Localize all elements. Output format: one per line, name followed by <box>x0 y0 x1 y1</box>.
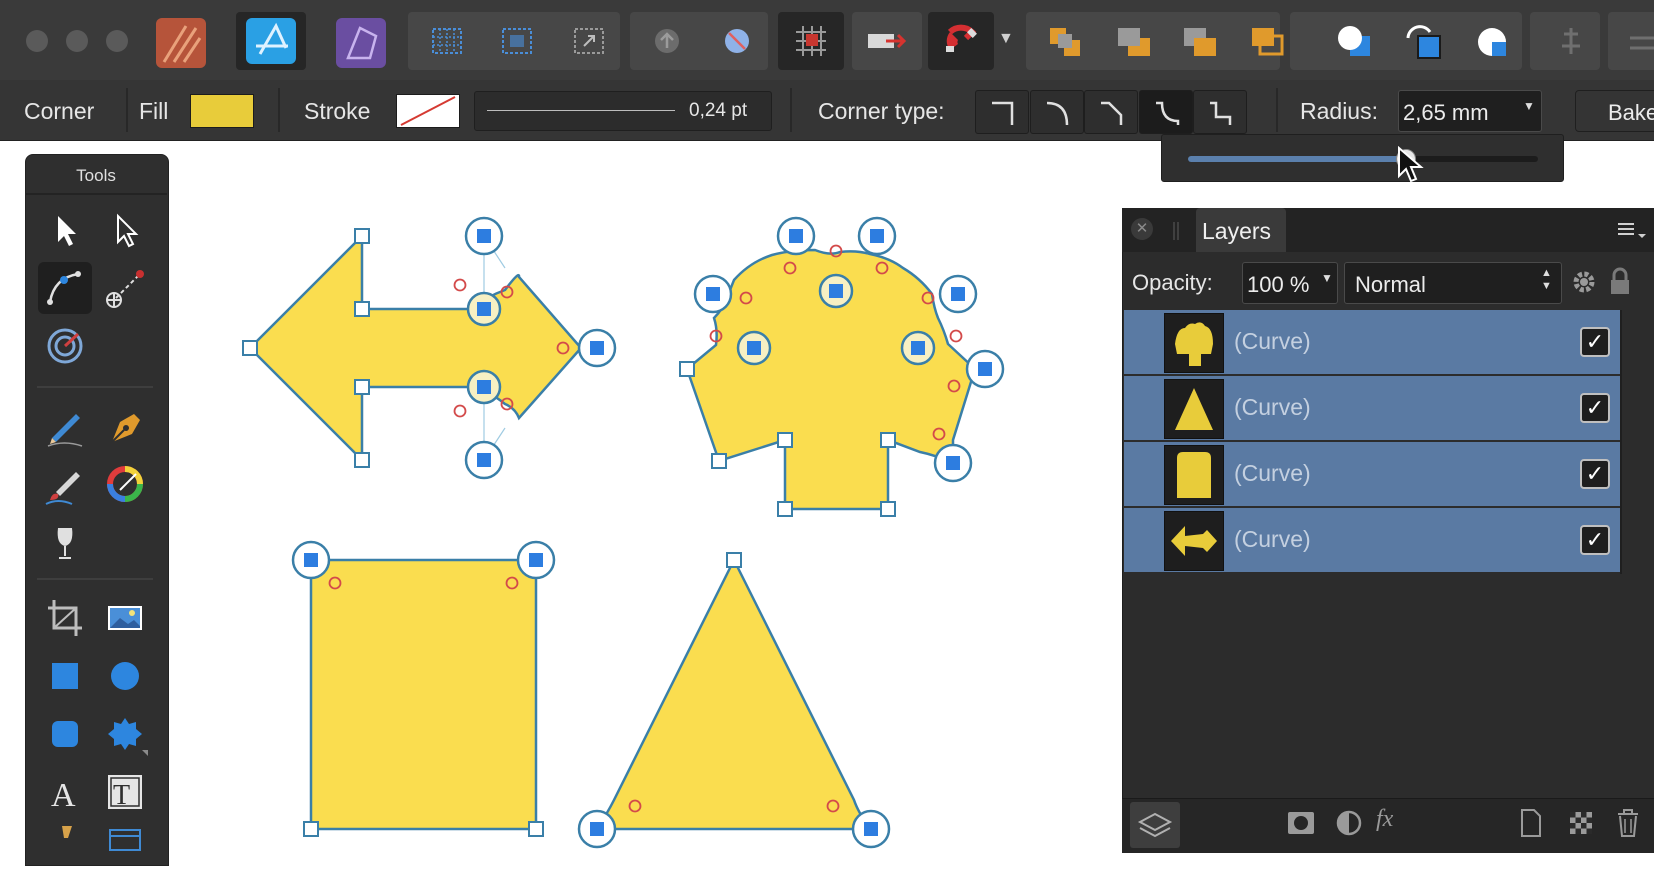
corner-handle[interactable] <box>577 809 617 849</box>
path-node[interactable] <box>354 228 370 244</box>
path-node[interactable] <box>303 821 319 837</box>
layer-row[interactable]: (Curve) ✓ <box>1124 442 1620 508</box>
trash-icon[interactable] <box>1614 806 1642 838</box>
layer-row[interactable]: (Curve) ✓ <box>1124 310 1620 376</box>
layer-thumbnail <box>1164 511 1224 571</box>
path-node[interactable] <box>354 452 370 468</box>
radius-indicator <box>949 329 963 343</box>
layer-row[interactable]: (Curve) ✓ <box>1124 376 1620 442</box>
layer-visibility-checkbox[interactable]: ✓ <box>1580 393 1610 423</box>
path-node[interactable] <box>354 301 370 317</box>
layer-name: (Curve) <box>1234 460 1311 486</box>
opacity-field[interactable]: 100 % ▼ <box>1242 262 1338 304</box>
layer-visibility-checkbox[interactable]: ✓ <box>1580 525 1610 555</box>
corner-handle[interactable] <box>464 216 504 256</box>
corner-handle[interactable] <box>577 328 617 368</box>
corner-handle[interactable] <box>466 369 502 405</box>
blend-mode-value: Normal <box>1355 272 1426 297</box>
mask-icon[interactable] <box>1286 808 1316 838</box>
chevron-down-icon: ▼ <box>1321 271 1333 285</box>
layer-thumbnail <box>1164 379 1224 439</box>
corner-handle[interactable] <box>291 540 331 580</box>
path-node[interactable] <box>242 340 258 356</box>
path-node[interactable] <box>880 501 896 517</box>
panel-menu-icon[interactable] <box>1616 220 1646 242</box>
rectangle-shape[interactable] <box>309 558 538 831</box>
corner-handle[interactable] <box>938 274 978 314</box>
corner-handle[interactable] <box>693 274 733 314</box>
radius-indicator <box>453 404 467 418</box>
drag-handle-icon[interactable] <box>1172 220 1180 242</box>
path-node[interactable] <box>726 552 742 568</box>
layer-thumbnail <box>1164 313 1224 373</box>
layer-thumbnail <box>1164 445 1224 505</box>
triangle-shape[interactable] <box>594 557 873 831</box>
adjustment-icon[interactable] <box>1334 808 1364 838</box>
fx-icon[interactable]: fx <box>1376 806 1410 838</box>
blend-mode-select[interactable]: Normal ▲ ▼ <box>1344 262 1562 304</box>
corner-handle[interactable] <box>466 291 502 327</box>
tab-layers-label: Layers <box>1202 218 1272 244</box>
layer-visibility-checkbox[interactable]: ✓ <box>1580 459 1610 489</box>
opacity-label: Opacity: <box>1132 270 1213 295</box>
corner-handle[interactable] <box>857 216 897 256</box>
layer-visibility-checkbox[interactable]: ✓ <box>1580 327 1610 357</box>
corner-handle[interactable] <box>818 273 854 309</box>
corner-handle[interactable] <box>900 330 936 366</box>
lock-icon[interactable] <box>1608 266 1632 296</box>
opacity-value: 100 % <box>1247 272 1310 297</box>
corner-handle[interactable] <box>776 216 816 256</box>
close-icon[interactable]: ✕ <box>1131 218 1153 240</box>
path-node[interactable] <box>777 501 793 517</box>
corner-handle[interactable] <box>965 349 1005 389</box>
layer-name: (Curve) <box>1234 526 1311 552</box>
layer-name: (Curve) <box>1234 328 1311 354</box>
pixel-layer-icon[interactable] <box>1566 808 1596 838</box>
path-node[interactable] <box>354 379 370 395</box>
corner-handle[interactable] <box>933 443 973 483</box>
layers-stack-button[interactable] <box>1130 802 1180 848</box>
path-node[interactable] <box>880 432 896 448</box>
gear-icon[interactable] <box>1570 268 1598 296</box>
layers-stack-icon <box>1137 812 1173 838</box>
new-layer-icon[interactable] <box>1518 808 1544 838</box>
path-node[interactable] <box>711 453 727 469</box>
corner-handle[interactable] <box>464 440 504 480</box>
corner-handle[interactable] <box>851 809 891 849</box>
path-node[interactable] <box>528 821 544 837</box>
stepper-arrows-icon: ▲ ▼ <box>1541 267 1552 292</box>
layer-name: (Curve) <box>1234 394 1311 420</box>
layer-row[interactable]: (Curve) ✓ <box>1124 508 1620 574</box>
corner-handle[interactable] <box>516 540 556 580</box>
path-node[interactable] <box>777 432 793 448</box>
radius-indicator <box>453 278 467 292</box>
arrow-shape[interactable] <box>248 232 583 464</box>
path-node[interactable] <box>679 361 695 377</box>
layers-scrollbar[interactable] <box>1620 310 1622 574</box>
corner-handle[interactable] <box>736 330 772 366</box>
